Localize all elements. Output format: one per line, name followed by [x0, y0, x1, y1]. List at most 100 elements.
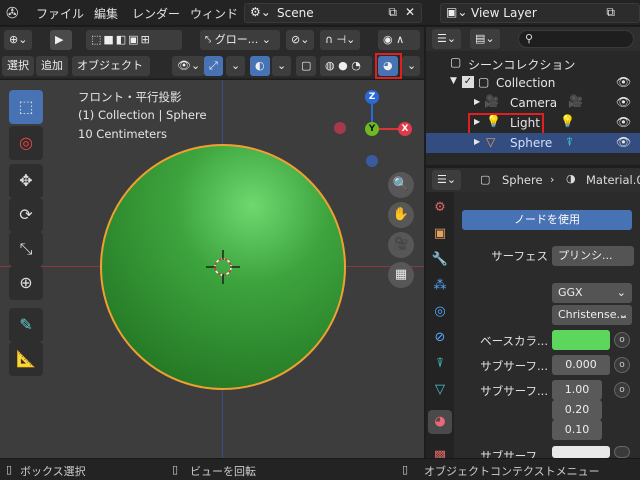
tab-physics[interactable]: ⚙	[428, 196, 452, 220]
annotate-tool[interactable]: ✎	[9, 308, 43, 342]
mouse-middle-icon: ▯	[172, 463, 179, 476]
subsurface-color-swatch[interactable]	[552, 446, 610, 458]
gizmo-y-axis[interactable]: Y	[365, 122, 379, 136]
outliner-item-collection[interactable]: ▼ ✓ ▢ Collection 👁	[426, 73, 640, 93]
menu-edit[interactable]: 編集	[94, 5, 118, 22]
light-data-icon: 💡	[560, 114, 575, 128]
display-mode-dropdown[interactable]: ▤⌄	[470, 29, 500, 49]
ortho-toggle-button[interactable]: ▦	[388, 262, 414, 288]
measure-tool[interactable]: 📐	[9, 342, 43, 376]
select-box-tool[interactable]: ⬚	[9, 90, 43, 124]
gizmo-neg-z[interactable]	[366, 155, 378, 167]
outliner-item-sphere[interactable]: ▶ ▽ Sphere ⍒ 👁	[426, 133, 640, 153]
pivot-dropdown[interactable]: ⊘⌄	[286, 30, 315, 50]
tab-material[interactable]: ◕	[428, 410, 452, 434]
checkbox-icon[interactable]: ✓	[462, 76, 474, 88]
outliner-item-camera[interactable]: ▶ 🎥 Camera 🎥 👁	[426, 93, 640, 113]
gizmo-y-label: Y	[368, 124, 376, 134]
scene-selector[interactable]: ⚙⌄ Scene ⧉ ✕	[244, 3, 422, 23]
menu-file[interactable]: ファイル	[36, 5, 84, 22]
surface-dropdown[interactable]: プリンシ...	[552, 246, 634, 266]
menu-select[interactable]: 選択	[2, 56, 34, 76]
pan-button[interactable]: ✋	[388, 202, 414, 228]
editor-type-button[interactable]: ⊕⌄	[4, 30, 33, 50]
snap-toggle[interactable]: ∩ ⊣⌄	[320, 30, 361, 50]
transform-tool[interactable]: ⊕	[9, 266, 43, 300]
select-mode-button[interactable]: ▶	[50, 30, 72, 50]
copy-view-layer-icon[interactable]: ⧉	[606, 5, 615, 20]
selection-mode-buttons[interactable]: ⬚■◧▣⊞	[86, 30, 182, 50]
scene-collection-row[interactable]: ▢ シーンコレクション	[426, 53, 640, 73]
properties-header: ☰⌄ ▢ Sphere › ◑ Material.0	[426, 168, 640, 192]
radius-y-field[interactable]: 0.20	[552, 400, 602, 420]
menu-render[interactable]: レンダー	[132, 5, 180, 22]
subsurface-socket[interactable]: o	[614, 357, 630, 373]
camera-view-button[interactable]: 🎥	[388, 232, 414, 258]
eye-icon[interactable]: 👁	[616, 115, 631, 129]
subsurface-value[interactable]: 0.000	[552, 355, 610, 375]
tab-physics2[interactable]: ◎	[428, 300, 452, 324]
3d-cursor-icon	[206, 250, 240, 284]
outliner-search-input[interactable]: ⚲	[518, 30, 634, 48]
radius-x-field[interactable]: 1.00	[552, 380, 602, 400]
eye-icon[interactable]: 👁	[616, 95, 631, 109]
outliner-icon: ☰⌄	[437, 32, 457, 45]
base-color-socket[interactable]: o	[614, 332, 630, 348]
tab-particles[interactable]: ⁂	[428, 274, 452, 298]
scale-tool[interactable]: ⤡	[9, 232, 43, 266]
copy-scene-icon[interactable]: ⧉	[388, 5, 397, 20]
xray-toggle[interactable]: ▢	[296, 56, 317, 76]
tab-data[interactable]: ⍒	[428, 352, 452, 376]
shading-modes[interactable]: ◍ ● ◔	[320, 56, 372, 76]
use-nodes-button[interactable]: ノードを使用	[462, 210, 632, 230]
close-scene-icon[interactable]: ✕	[405, 5, 415, 19]
subsurface-method-dropdown[interactable]: Christense... ⌄	[552, 305, 632, 325]
tab-modifiers[interactable]: 🔧	[428, 248, 452, 272]
particles-icon: ⁂	[433, 278, 447, 293]
eye-icon[interactable]: 👁	[616, 75, 631, 89]
rotate-tool[interactable]: ⟳	[9, 198, 43, 232]
menu-add[interactable]: 追加	[36, 56, 68, 76]
breadcrumb-object: Sphere	[502, 173, 543, 187]
scene-name: Scene	[277, 6, 314, 20]
visibility-dropdown[interactable]: 👁⌄	[172, 56, 206, 76]
move-icon: ✥	[19, 171, 33, 190]
radius-z-field[interactable]: 0.10	[552, 420, 602, 440]
eye-icon[interactable]: 👁	[616, 135, 631, 149]
orientation-icon: ⤣	[205, 33, 215, 46]
gizmo-x-axis[interactable]: X	[398, 122, 412, 136]
object-info: (1) Collection | Sphere	[78, 108, 207, 122]
tab-constraints[interactable]: ⊘	[428, 326, 452, 350]
proportional-edit[interactable]: ◉ ∧	[378, 30, 420, 50]
view-layer-selector[interactable]: ▣⌄ View Layer ⧉	[440, 3, 640, 23]
wrench-icon: 🔧	[431, 252, 449, 267]
gizmo-neg-x[interactable]	[334, 122, 346, 134]
outliner-item-light[interactable]: ▶ 💡 Light 💡 👁	[426, 113, 640, 135]
breadcrumb-material: Material.0	[586, 173, 640, 187]
blender-logo-icon[interactable]: ✇	[6, 4, 24, 22]
outliner-editor-type[interactable]: ☰⌄	[432, 29, 462, 49]
cursor-tool[interactable]: ◎	[9, 126, 43, 160]
3d-viewport[interactable]: フロント・平行投影 (1) Collection | Sphere 10 Cen…	[0, 80, 424, 458]
mesh-data-icon: ⍒	[566, 135, 574, 149]
move-tool[interactable]: ✥	[9, 164, 43, 198]
tab-object[interactable]: ▣	[428, 222, 452, 246]
properties-editor-type[interactable]: ☰⌄	[432, 170, 462, 190]
tab-object-data[interactable]: ▽	[428, 378, 452, 402]
menu-window[interactable]: ウィンド	[190, 5, 238, 22]
subsurface-color-socket[interactable]	[614, 446, 630, 458]
distribution-dropdown[interactable]: GGX ⌄	[552, 283, 632, 303]
orientation-dropdown[interactable]: ⤣ グロー... ⌄	[200, 30, 280, 50]
shading-dropdown[interactable]: ⌄	[402, 56, 420, 76]
chevron-down-icon: ⌄	[616, 286, 626, 299]
base-color-swatch[interactable]	[552, 330, 610, 350]
gizmo-toggle[interactable]: ⤢	[204, 56, 223, 76]
overlay-dropdown[interactable]: ⌄	[272, 56, 292, 76]
overlay-toggle[interactable]: ◐	[250, 56, 270, 76]
gizmo-x-line	[379, 128, 399, 130]
gizmo-dropdown[interactable]: ⌄	[226, 56, 246, 76]
menu-object[interactable]: オブジェクト	[72, 56, 150, 76]
zoom-button[interactable]: 🔍	[388, 172, 414, 198]
radius-socket[interactable]: o	[614, 382, 630, 398]
gizmo-z-axis[interactable]: Z	[365, 90, 379, 104]
